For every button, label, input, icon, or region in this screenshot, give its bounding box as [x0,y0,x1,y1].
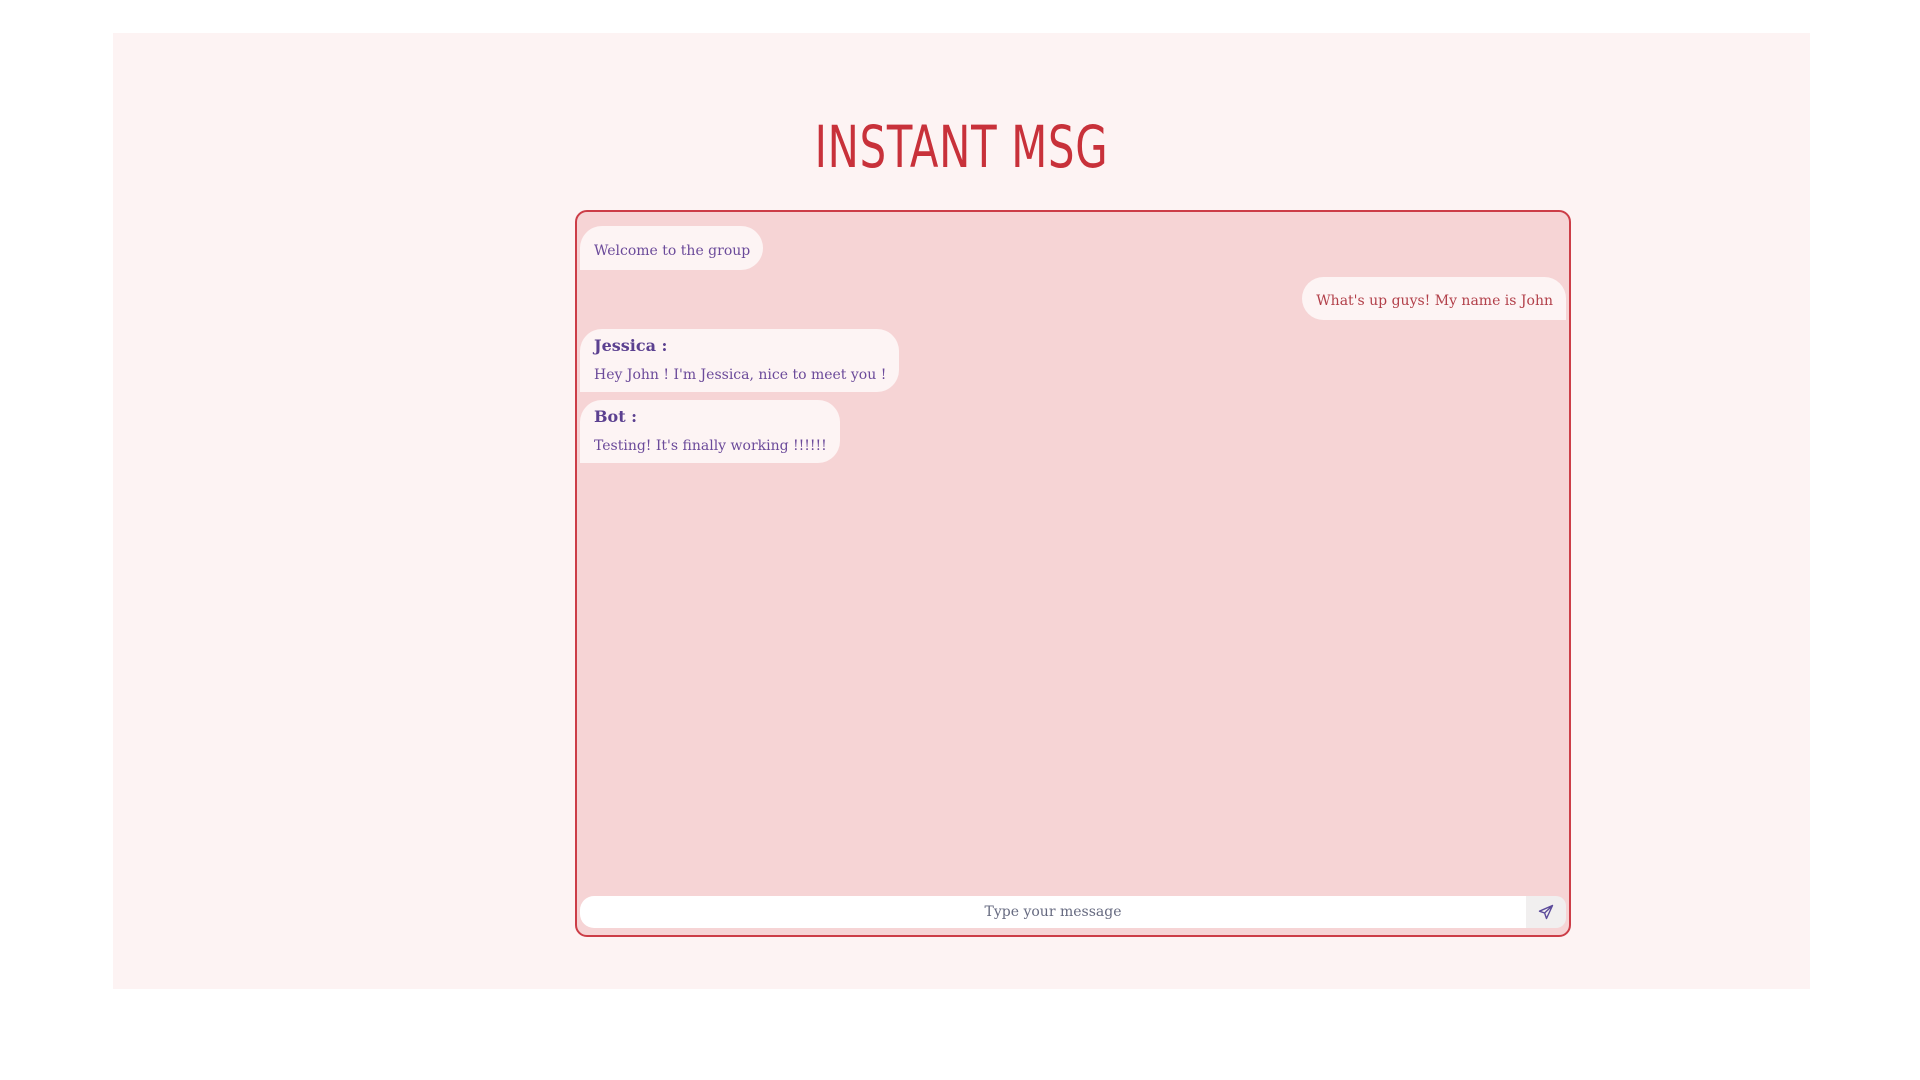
page-title: INSTANT MSG [814,113,1109,181]
message-text: What's up guys! My name is John [1316,293,1553,309]
app-container: INSTANT MSG Welcome to the group What's … [113,33,1810,989]
message-sender: Jessica : [594,336,668,355]
message-list[interactable]: Welcome to the group What's up guys! My … [577,212,1569,891]
message-sender: Bot : [594,407,638,426]
message-bubble-own: What's up guys! My name is John [1302,277,1566,320]
message-bubble: Welcome to the group [580,226,764,270]
send-icon [1538,904,1554,920]
message-input[interactable] [580,896,1526,928]
message-bubble: Bot : Testing! It's finally working !!!!… [580,400,840,463]
message-text: Testing! It's finally working !!!!!! [594,438,827,454]
message-text: Hey John ! I'm Jessica, nice to meet you… [594,367,887,383]
message-bubble: Jessica : Hey John ! I'm Jessica, nice t… [580,329,900,392]
send-button[interactable] [1526,896,1566,928]
chat-window: Welcome to the group What's up guys! My … [575,210,1571,937]
message-composer [580,896,1566,928]
message-text: Welcome to the group [594,243,751,259]
